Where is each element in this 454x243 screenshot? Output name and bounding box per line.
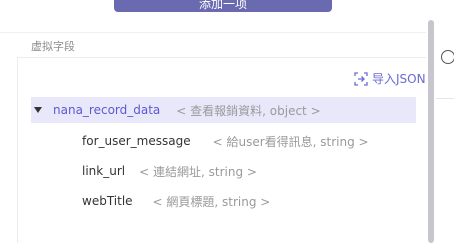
field-meta: < 網頁標題, string > xyxy=(152,194,271,209)
add-item-button[interactable]: 添加一项 xyxy=(114,0,332,12)
import-json-label: 导入JSON xyxy=(372,72,426,86)
import-json-icon xyxy=(354,71,368,86)
divider xyxy=(0,32,426,33)
field-name: for_user_message xyxy=(82,134,191,148)
field-name: webTitle xyxy=(82,194,133,208)
scrollbar[interactable] xyxy=(426,20,436,243)
import-json-link[interactable]: 导入JSON xyxy=(354,70,426,87)
field-name: link_url xyxy=(82,164,126,178)
virtual-fields-page: 添加一项 虚拟字段 导入JSON nana_record_data < 查看報銷… xyxy=(0,0,454,243)
tree-row-webtitle[interactable]: webTitle < 網頁標題, string > xyxy=(82,188,270,214)
section-title: 虚拟字段 xyxy=(31,40,75,53)
tree-row-link-url[interactable]: link_url < 連結網址, string > xyxy=(82,158,257,184)
field-meta: < 查看報銷資料, object > xyxy=(176,103,321,118)
field-name: nana_record_data xyxy=(53,103,161,117)
right-side-panel xyxy=(436,0,454,243)
info-circle-icon[interactable] xyxy=(441,50,454,64)
virtual-fields-panel: 添加一项 虚拟字段 导入JSON nana_record_data < 查看報銷… xyxy=(0,0,426,243)
field-meta: < 給user看得訊息, string > xyxy=(212,134,369,149)
field-meta: < 連結網址, string > xyxy=(139,164,257,179)
scrollbar-thumb[interactable] xyxy=(428,20,434,243)
tree-row-for-user-message[interactable]: for_user_message < 給user看得訊息, string > xyxy=(82,128,369,154)
tree-row-nana-record-data[interactable]: nana_record_data < 查看報銷資料, object > xyxy=(31,97,416,123)
divider xyxy=(436,98,454,99)
caret-down-icon[interactable] xyxy=(31,107,45,113)
